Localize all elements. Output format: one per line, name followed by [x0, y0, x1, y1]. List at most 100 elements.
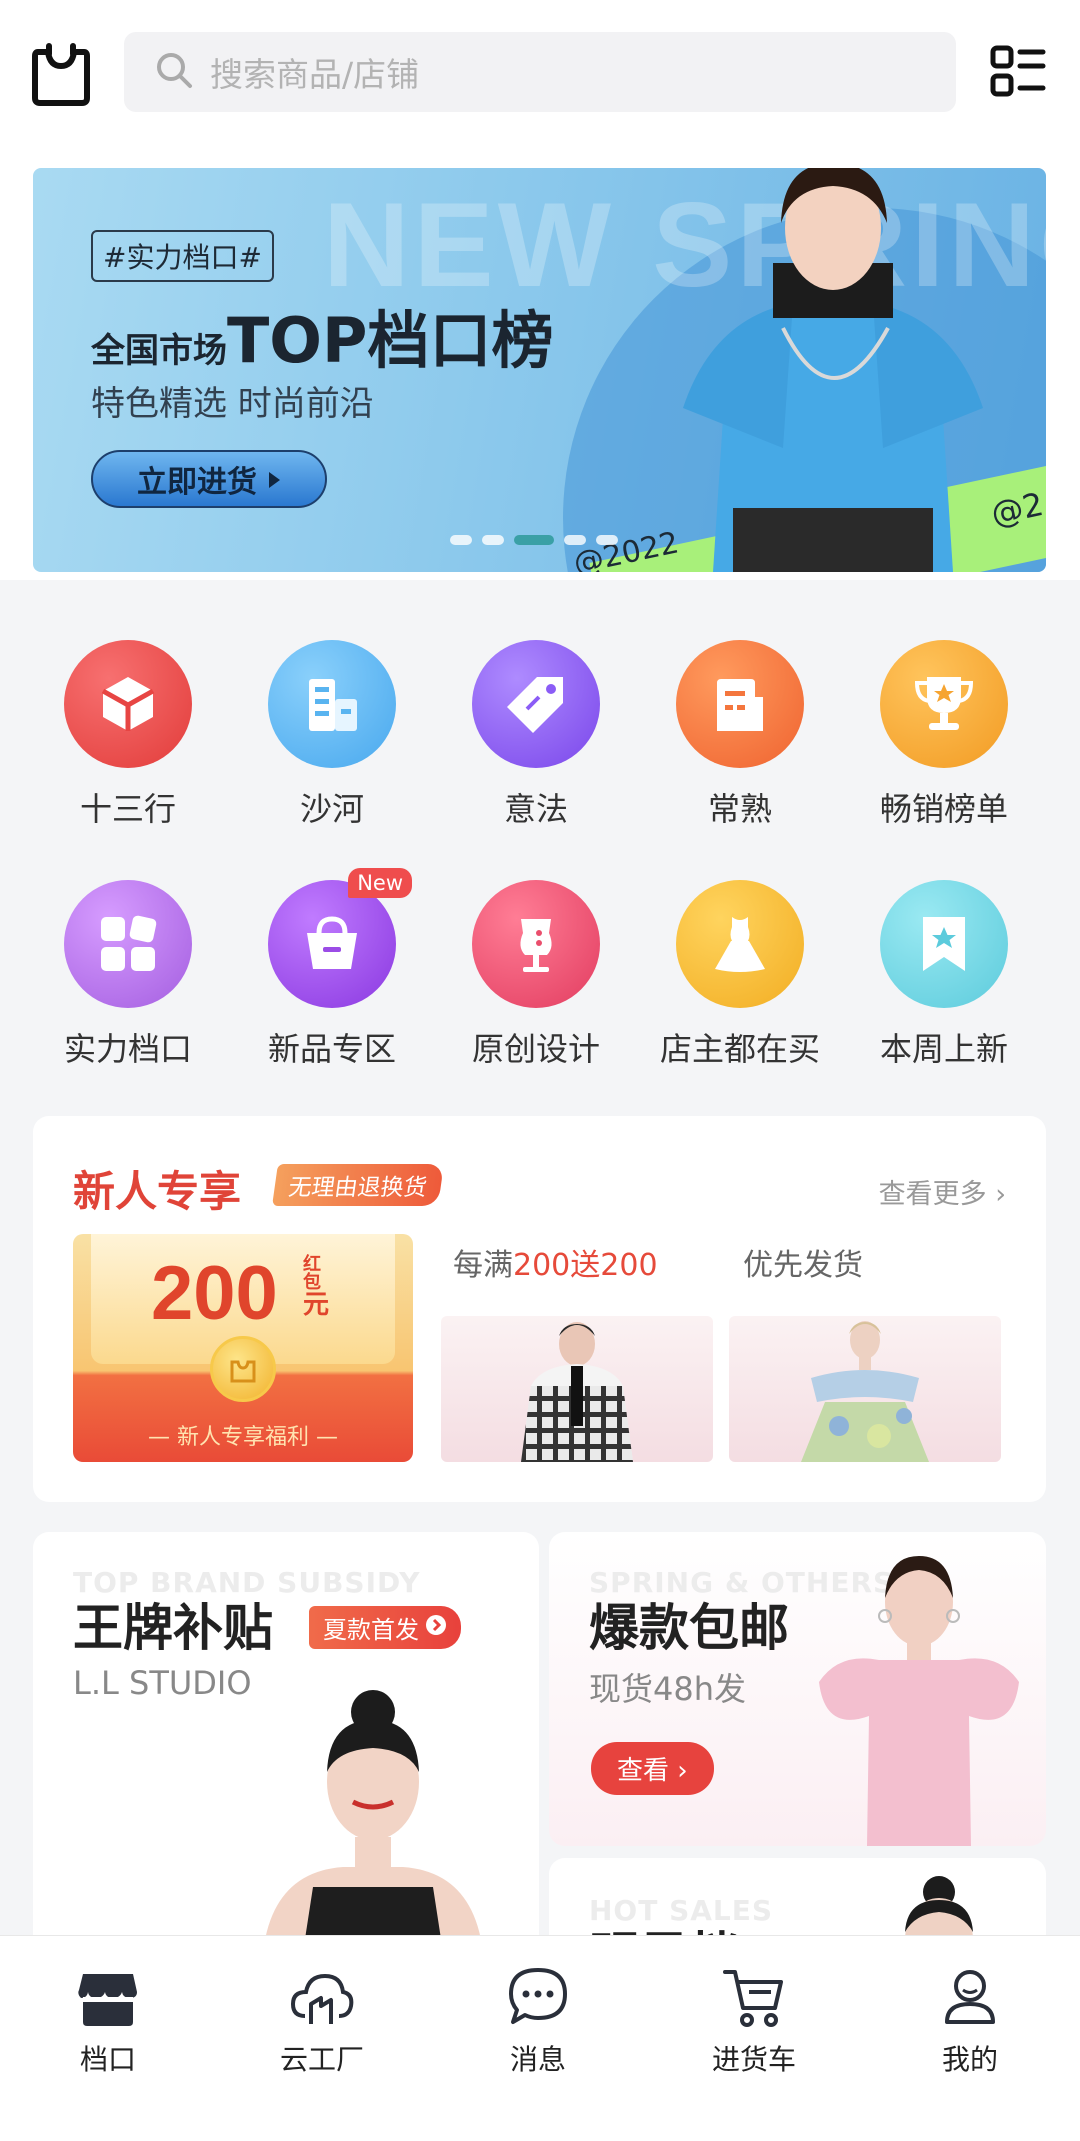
search-icon [154, 50, 194, 94]
category-bestseller[interactable]: 畅销榜单 [854, 640, 1034, 830]
new-user-tag: 无理由退换货 [272, 1164, 444, 1206]
tab-label: 档口 [79, 2043, 136, 2076]
category-weekly-new[interactable]: 本周上新 [854, 880, 1034, 1070]
coupon-amount: 200 [151, 1251, 278, 1336]
chat-bubble-icon [505, 1964, 571, 2030]
banner-cta-button[interactable]: 立即进货 [91, 450, 327, 508]
category-yifa[interactable]: 意法 [446, 640, 626, 830]
user-icon [937, 1964, 1003, 2030]
see-more-link[interactable]: 查看更多 › [879, 1172, 1006, 1211]
tab-label: 云工厂 [279, 2043, 364, 2076]
promo-banner[interactable]: NEW SPRING @2022 @2 #实力档口# 全国市场TOP档口榜 特色… [33, 168, 1046, 572]
store-icon [75, 1964, 141, 2030]
promo-highlight: 200 [513, 1248, 571, 1283]
top-bar: 搜索商品/店铺 [0, 0, 1080, 150]
red-packet-coupon[interactable]: 200 红包 元 — 新人专享福利 — [73, 1234, 413, 1462]
buildings-icon [268, 640, 396, 768]
brand-subsidy-card[interactable]: TOP BRAND SUBSIDY 王牌补贴 夏款首发 L.L STUDIO [33, 1532, 539, 1952]
tab-cloud-factory[interactable]: 云工厂 [242, 1964, 402, 2078]
office-icon [676, 640, 804, 768]
category-shisanhang[interactable]: 十三行 [38, 640, 218, 830]
trophy-icon [880, 640, 1008, 768]
category-label: 店主都在买 [659, 1030, 820, 1068]
pager-dot[interactable] [482, 535, 504, 545]
coin-bag-icon [210, 1336, 276, 1402]
grid-icon [64, 880, 192, 1008]
tab-cart[interactable]: 进货车 [674, 1964, 834, 2078]
category-label: 沙河 [299, 790, 364, 828]
category-label: 意法 [503, 790, 568, 828]
banner-cta-label: 立即进货 [137, 465, 257, 500]
category-new-products[interactable]: New 新品专区 [242, 868, 422, 1070]
promo-highlight: 200 [600, 1248, 658, 1283]
category-menu-icon[interactable] [990, 44, 1046, 100]
new-badge: New [348, 868, 412, 898]
card-tag-label: 夏款首发 [323, 1616, 419, 1644]
app-logo-icon[interactable] [32, 40, 90, 106]
coupon-caption: — 新人专享福利 — [148, 1425, 338, 1450]
category-label: 新品专区 [267, 1030, 396, 1068]
banner-title-main: TOP档口榜 [227, 304, 554, 377]
promo-product-image[interactable] [729, 1316, 1001, 1462]
promo-highlight: 送 [570, 1248, 601, 1283]
pager-dot-active[interactable] [514, 535, 554, 545]
pager-dot[interactable] [596, 535, 618, 545]
card-tag: 夏款首发 [309, 1606, 461, 1649]
tab-me[interactable]: 我的 [890, 1964, 1050, 2078]
category-label: 常熟 [707, 790, 772, 828]
new-user-title: 新人专享 [73, 1167, 242, 1216]
banner-pager [450, 535, 618, 545]
search-input[interactable]: 搜索商品/店铺 [124, 32, 956, 112]
coupon-unit: 红包 元 [303, 1254, 333, 1320]
cart-icon [721, 1964, 787, 2030]
category-changshu[interactable]: 常熟 [650, 640, 830, 830]
card-title: 王牌补贴 [73, 1599, 273, 1657]
category-original-design[interactable]: 原创设计 [446, 880, 626, 1070]
promo-text: 每满 [453, 1248, 513, 1283]
coupon-unit-bottom: 元 [303, 1290, 330, 1320]
banner-subtitle: 特色精选 时尚前沿 [91, 384, 374, 424]
dress-icon [676, 880, 804, 1008]
banner-model-image [673, 168, 993, 572]
category-shahe[interactable]: 沙河 [242, 640, 422, 830]
model-image [233, 1672, 523, 1952]
pager-dot[interactable] [564, 535, 586, 545]
model-image [799, 1542, 1039, 1846]
tab-messages[interactable]: 消息 [458, 1964, 618, 2078]
cloud-factory-icon [289, 1964, 355, 2030]
category-label: 畅销榜单 [879, 790, 1008, 828]
shopping-bag-icon: New [268, 868, 412, 1008]
price-tag-icon [472, 640, 600, 768]
arrow-circle-icon [425, 1614, 447, 1642]
category-label: 本周上新 [879, 1030, 1008, 1068]
coupon-unit-top: 红包 [303, 1254, 321, 1293]
view-button[interactable]: 查看 › [591, 1742, 714, 1795]
promo-label-priority-shipping: 优先发货 [743, 1248, 863, 1283]
mannequin-icon [472, 880, 600, 1008]
tab-label: 进货车 [711, 2043, 796, 2076]
promo-label-spend-gift: 每满200送200 [453, 1240, 658, 1284]
card-subtitle: 现货48h发 [589, 1670, 747, 1708]
category-label: 十三行 [79, 790, 176, 828]
cube-icon [64, 640, 192, 768]
tab-label: 我的 [941, 2043, 998, 2076]
star-bookmark-icon [880, 880, 1008, 1008]
pager-dot[interactable] [450, 535, 472, 545]
category-shop-owners-buy[interactable]: 店主都在买 [650, 880, 830, 1070]
tab-label: 消息 [509, 2043, 566, 2076]
banner-title: 全国市场TOP档口榜 [91, 290, 553, 380]
category-label: 实力档口 [63, 1030, 192, 1068]
play-arrow-icon [267, 462, 281, 497]
promo-product-image[interactable] [441, 1316, 713, 1462]
free-shipping-card[interactable]: SPRING & OTHERS 爆款包邮 现货48h发 查看 › [549, 1532, 1046, 1846]
bottom-tab-bar: 档口 云工厂 消息 进货车 我的 [0, 1935, 1080, 2141]
card-subtitle: L.L STUDIO [73, 1664, 252, 1702]
card-title: 爆款包邮 [589, 1599, 789, 1657]
category-strong-stalls[interactable]: 实力档口 [38, 880, 218, 1070]
search-placeholder: 搜索商品/店铺 [210, 55, 420, 94]
banner-tag: #实力档口# [91, 230, 274, 282]
banner-title-prefix: 全国市场 [91, 331, 227, 371]
tab-stalls[interactable]: 档口 [28, 1964, 188, 2078]
new-user-section: 新人专享 无理由退换货 查看更多 › 200 红包 元 — 新人专享福利 — 每… [33, 1116, 1046, 1502]
category-label: 原创设计 [471, 1030, 600, 1068]
